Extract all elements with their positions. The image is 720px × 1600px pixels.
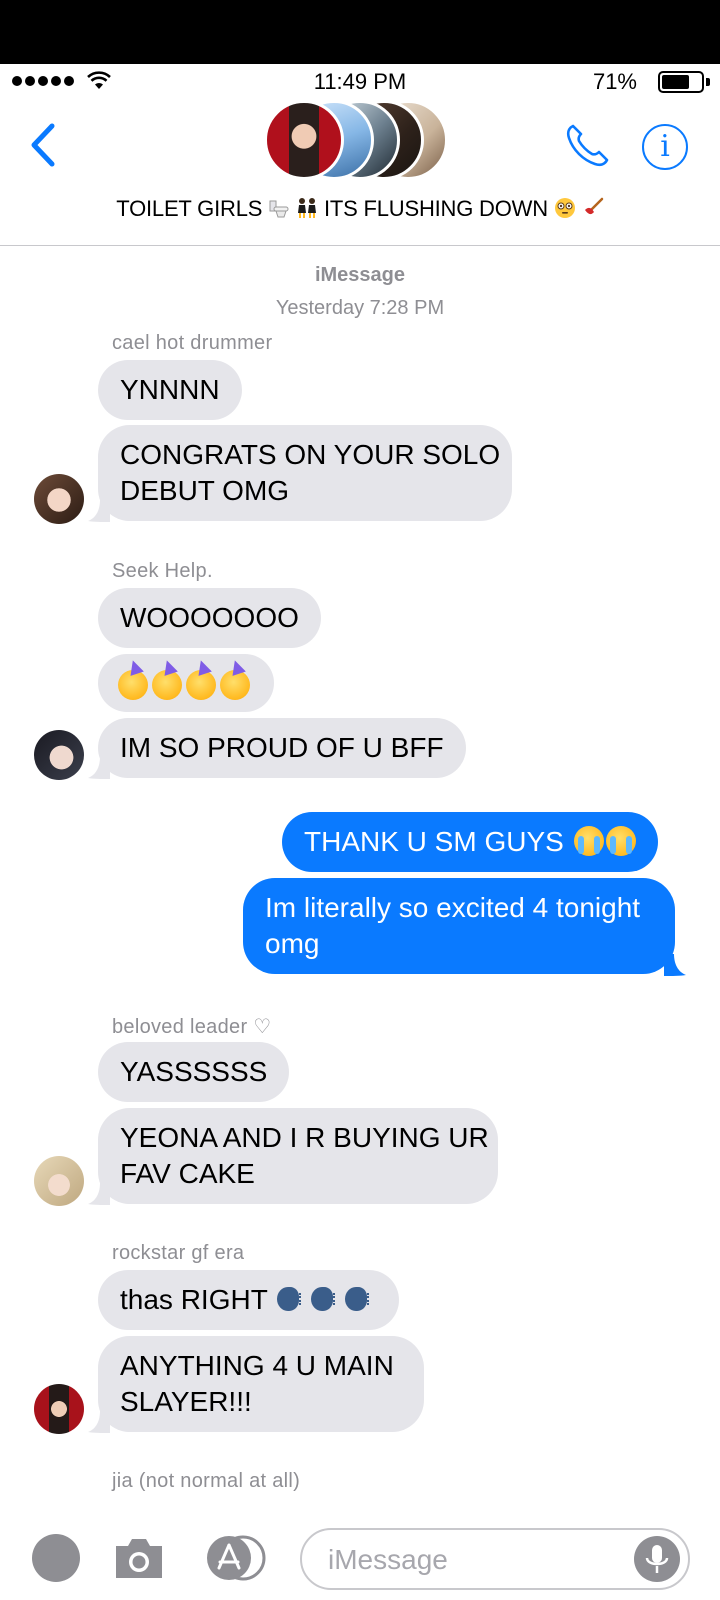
info-icon[interactable]: i: [642, 124, 688, 170]
received-message-bubble[interactable]: WOOOOOOO: [98, 588, 321, 648]
emoji-message-bubble[interactable]: [98, 654, 274, 712]
loudly-crying-face-icon: [605, 826, 636, 856]
group-member-avatar: [264, 100, 344, 180]
received-message-bubble[interactable]: YEONA AND I R BUYING UR FAV CAKE: [98, 1108, 498, 1204]
sender-avatar[interactable]: [34, 1156, 84, 1206]
sent-message-bubble[interactable]: Im literally so excited 4 tonight omg: [243, 878, 675, 974]
message-input-container[interactable]: [300, 1528, 690, 1590]
status-bar: 11:49 PM 71%: [0, 64, 720, 98]
speaking-head-icon: [277, 1287, 309, 1313]
sender-avatar[interactable]: [34, 1384, 84, 1434]
received-message-bubble[interactable]: CONGRATS ON YOUR SOLO DEBUT OMG: [98, 425, 512, 521]
received-message-bubble[interactable]: YNNNN: [98, 360, 242, 420]
bubble-tail: [88, 500, 110, 522]
bubble-tail: [664, 954, 686, 976]
sender-name: Seek Help.: [112, 560, 213, 582]
bubble-tail: [88, 1411, 110, 1433]
camera-icon[interactable]: [112, 1536, 166, 1580]
bubble-tail: [88, 757, 110, 779]
speaking-head-icon: [345, 1287, 377, 1313]
message-input[interactable]: [328, 1542, 618, 1578]
sender-avatar[interactable]: [34, 730, 84, 780]
speaking-head-icon: [311, 1287, 343, 1313]
partying-face-icon: [186, 658, 216, 700]
sender-name: rockstar gf era: [112, 1242, 245, 1264]
app-store-icon[interactable]: [203, 1535, 267, 1581]
battery-percent: 71%: [592, 69, 637, 94]
partying-face-icon: [152, 658, 182, 700]
received-message-bubble[interactable]: YASSSSSS: [98, 1042, 290, 1102]
dancing-women-icon: [298, 198, 317, 218]
sender-name: jia (not normal at all): [112, 1470, 301, 1492]
flushed-face-icon: [554, 198, 575, 218]
digital-touch-icon[interactable]: [32, 1534, 80, 1582]
received-message-bubble[interactable]: IM SO PROUD OF U BFF: [98, 718, 466, 778]
group-avatar-stack[interactable]: [264, 100, 454, 186]
conversation-header: TOILET GIRLS ITS FLUSHING DOWN i: [0, 98, 720, 246]
group-title[interactable]: TOILET GIRLS ITS FLUSHING DOWN: [0, 196, 720, 222]
received-message-bubble[interactable]: ANYTHING 4 U MAIN SLAYER!!!: [98, 1336, 424, 1432]
battery-level: [662, 75, 689, 89]
service-label: iMessage: [314, 264, 406, 286]
timestamp: Yesterday 7:28 PM: [275, 297, 445, 319]
microphone-icon[interactable]: [634, 1536, 680, 1582]
loudly-crying-face-icon: [573, 826, 604, 856]
partying-face-icon: [220, 658, 250, 700]
top-black-bar: [0, 0, 720, 64]
phone-call-icon[interactable]: [563, 122, 611, 170]
bubble-tail: [88, 1183, 110, 1205]
sent-message-bubble[interactable]: THANK U SM GUYS: [282, 812, 658, 872]
toilet-icon: [269, 200, 289, 218]
sender-avatar[interactable]: [34, 474, 84, 524]
received-message-bubble[interactable]: thas RIGHT: [98, 1270, 400, 1330]
back-chevron-icon[interactable]: [26, 122, 60, 168]
battery-cap: [706, 78, 710, 86]
plunger-icon: [584, 197, 603, 215]
sender-name: cael hot drummer: [112, 332, 273, 354]
message-list[interactable]: iMessage Yesterday 7:28 PM cael hot drum…: [0, 246, 720, 1510]
compose-bar: [0, 1510, 720, 1600]
battery-icon: [658, 71, 704, 93]
partying-face-icon: [118, 658, 148, 700]
sender-name: beloved leader ♡: [112, 1016, 272, 1038]
